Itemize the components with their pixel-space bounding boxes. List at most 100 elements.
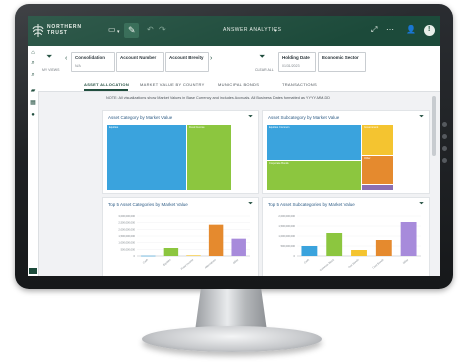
tile-label: Other	[364, 157, 371, 160]
y-tick-label: 2,000,000,000	[118, 227, 135, 231]
folder-icon[interactable]: ▰	[30, 88, 36, 94]
consolidation-filter[interactable]: Consolidation N/A	[71, 52, 115, 72]
info-icon[interactable]: !	[424, 25, 435, 36]
tile-label: Equities	[109, 126, 119, 129]
x-tick-label: Other	[232, 258, 240, 265]
treemap-tile[interactable]: Government	[362, 125, 393, 155]
y-tick-label: 0	[294, 254, 296, 258]
tile-label: Corporate Bonds	[269, 162, 289, 165]
logo-text: NORTHERN TRUST	[47, 24, 87, 36]
monitor-base	[142, 326, 322, 352]
filter-label: Holding Date	[282, 55, 310, 60]
monitor-button	[442, 122, 447, 127]
treemap-tile[interactable]: Fixed Income	[187, 125, 231, 190]
filter-label: Consolidation	[75, 55, 105, 60]
tab-municipal-bonds[interactable]: MUNICIPAL BONDS	[218, 82, 259, 87]
panel-title: Top 5 Asset Subcategories by Market Valu…	[268, 202, 355, 207]
treemap-tile[interactable]: Other	[362, 156, 393, 184]
y-tick-label: 0	[134, 254, 136, 258]
monitor-stand	[195, 289, 267, 331]
treemap-tile[interactable]: Equities Common	[267, 125, 361, 160]
tab-market-value-by-country[interactable]: MARKET VALUE BY COUNTRY	[140, 82, 205, 87]
app-title[interactable]: ANSWER ANALYTICS	[223, 27, 281, 33]
x-tick-label: Gov Bonds	[347, 257, 360, 269]
collapse-button[interactable]	[29, 268, 37, 274]
user-icon[interactable]: 👤	[406, 25, 416, 35]
tab-bar: ASSET ALLOCATION MARKET VALUE BY COUNTRY…	[38, 79, 440, 92]
filter-value: N/A	[75, 64, 81, 68]
filter-icon[interactable]: ⏷	[419, 114, 424, 121]
bar	[326, 233, 343, 256]
treemap-tile[interactable]	[362, 185, 393, 190]
my-views-label[interactable]: MY VIEWS	[42, 68, 59, 72]
chevron-left-icon[interactable]: ‹	[65, 55, 67, 62]
edit-button[interactable]: ✎	[124, 23, 139, 38]
undo-icon[interactable]: ↶	[147, 25, 154, 35]
chevron-down-icon[interactable]: ▾	[274, 26, 277, 36]
tab-asset-allocation[interactable]: ASSET ALLOCATION	[84, 82, 129, 87]
bar-chart: 2,000,000,000 1,500,000,000 1,000,000,000 5…	[278, 214, 421, 272]
x-tick-label: Equities	[162, 257, 172, 266]
expand-icon[interactable]: ⤢	[371, 25, 377, 35]
top-asset-categories-panel: Top 5 Asset Categories by Market Value ⏷…	[102, 197, 259, 276]
account-number-filter[interactable]: Account Number	[116, 52, 164, 72]
y-tick-label: 2,000,000,000	[278, 214, 295, 218]
filter-label: Account Number	[120, 55, 157, 60]
clear-all-label[interactable]: CLEAR ALL	[255, 68, 274, 72]
tile-label: Government	[364, 126, 379, 129]
x-tick-label: Cash	[142, 257, 150, 264]
filter-label: Economic Sector	[322, 55, 359, 60]
bar	[208, 224, 224, 256]
table-icon[interactable]: ▦	[30, 100, 36, 106]
bar	[400, 222, 417, 256]
treemap-tile[interactable]: Equities	[107, 125, 186, 190]
y-tick-label: 2,500,000,000	[118, 221, 135, 225]
filter-icon[interactable]: ⏷	[248, 114, 253, 121]
app-screen: NORTHERN TRUST ▭ ▾ ✎ ↶ ↷ ANSWER ANALYTIC…	[28, 16, 440, 276]
monitor-button	[442, 134, 447, 139]
x-tick-label: Cash	[303, 257, 311, 264]
filter-icon[interactable]: ⏷	[248, 201, 253, 208]
y-tick-label: 1,500,000,000	[278, 224, 295, 228]
monitor-icon[interactable]: ▭	[108, 25, 116, 35]
y-tick-label: 1,000,000,000	[278, 234, 295, 238]
filter-icon[interactable]: ⏷	[46, 52, 52, 62]
tile-label: Equities Common	[269, 126, 290, 129]
chevron-right-icon[interactable]: ›	[210, 55, 212, 62]
y-tick-label: 1,500,000,000	[118, 234, 135, 238]
bar	[141, 255, 156, 257]
redo-icon[interactable]: ↷	[159, 25, 166, 35]
asset-subcategory-panel: Asset Subcategory by Market Value ⏷ Equi…	[262, 110, 430, 194]
panel-title: Asset Subcategory by Market Value	[268, 115, 340, 120]
holding-date-filter[interactable]: Holding Date 01/31/2023	[278, 52, 316, 72]
treemap-tile[interactable]: Corporate Bonds	[267, 161, 361, 190]
filter-label: Account Brevity	[169, 55, 204, 60]
x-tick-label: Common Stock	[319, 257, 336, 272]
tab-transactions[interactable]: TRANSACTIONS	[282, 82, 317, 87]
panel-title: Top 5 Asset Categories by Market Value	[108, 202, 188, 207]
home-icon[interactable]: ⌂	[30, 50, 36, 56]
monitor-button	[442, 158, 447, 163]
y-tick-label: 1,000,000,000	[118, 241, 135, 245]
chevron-down-icon[interactable]: ▾	[117, 27, 120, 37]
y-tick-label: 3,000,000,000	[118, 214, 135, 218]
economic-sector-filter[interactable]: Economic Sector	[318, 52, 366, 72]
y-tick-label: 500,000,000	[281, 244, 296, 248]
x-tick-label: Corp Bonds	[371, 257, 385, 269]
more-icon[interactable]: ⋯	[386, 25, 394, 35]
bar	[375, 240, 392, 256]
zoom-icon[interactable]: ⌕	[30, 72, 36, 78]
filter-bar: ⏷ MY VIEWS ‹ Consolidation N/A Account N…	[38, 46, 440, 80]
x-tick-label: Alternatives	[204, 257, 217, 269]
account-brevity-filter[interactable]: Account Brevity	[165, 52, 209, 72]
bar	[186, 255, 201, 256]
bar	[163, 248, 179, 256]
logo-icon	[32, 24, 44, 37]
filter-icon[interactable]: ⏷	[419, 201, 424, 208]
asset-category-panel: Asset Category by Market Value ⏷ Equitie…	[102, 110, 259, 194]
x-tick-label: Other	[402, 258, 410, 265]
settings-icon[interactable]: ●	[30, 112, 36, 118]
scrollbar[interactable]	[432, 96, 436, 156]
clear-filter-icon[interactable]: ⏷	[259, 52, 265, 62]
search-icon[interactable]: ⌕	[30, 60, 36, 66]
